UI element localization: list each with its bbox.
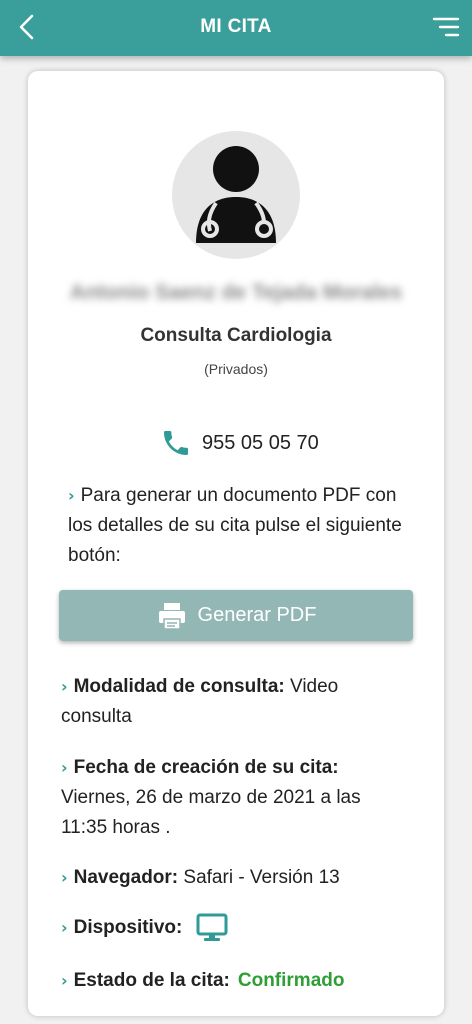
doctor-avatar-icon <box>196 146 276 243</box>
top-app-bar: MI CITA <box>0 0 472 56</box>
detail-created-date: › Fecha de creación de su cita: Viernes, … <box>61 757 361 838</box>
category-label: (Privados) <box>204 361 268 377</box>
phone-icon <box>164 431 188 455</box>
doctor-avatar <box>172 131 300 259</box>
pdf-instructions: › Para generar un documento PDF con los d… <box>68 485 402 566</box>
appointment-card: Antonio Saenz de Tejada Morales Consulta… <box>28 71 444 1016</box>
chevron-right-icon: › <box>61 918 68 937</box>
chevron-right-icon: › <box>68 486 75 505</box>
chevron-right-icon: › <box>61 758 68 777</box>
printer-icon <box>158 602 185 630</box>
phone-row[interactable]: 955 05 05 70 <box>160 427 319 459</box>
chevron-right-icon: › <box>61 971 68 990</box>
generate-pdf-label: Generar PDF <box>197 604 317 626</box>
page-title: MI CITA <box>200 16 272 37</box>
specialty-title: Consulta Cardiologia <box>140 325 332 346</box>
status-badge: Confirmado <box>237 970 345 991</box>
doctor-name: Antonio Saenz de Tejada Morales <box>69 281 403 304</box>
monitor-icon <box>196 913 228 941</box>
menu-icon[interactable] <box>432 15 460 39</box>
phone-number: 955 05 05 70 <box>202 431 319 454</box>
detail-device: › Dispositivo: <box>61 913 411 943</box>
detail-status: › Estado de la cita: Confirmado <box>61 970 345 991</box>
detail-modality: › Modalidad de consulta: Video consulta <box>61 676 339 727</box>
chevron-right-icon: › <box>61 868 68 887</box>
detail-browser: › Navegador: Safari - Versión 13 <box>61 867 340 888</box>
chevron-right-icon: › <box>61 677 68 696</box>
generate-pdf-button[interactable]: Generar PDF <box>59 590 413 641</box>
